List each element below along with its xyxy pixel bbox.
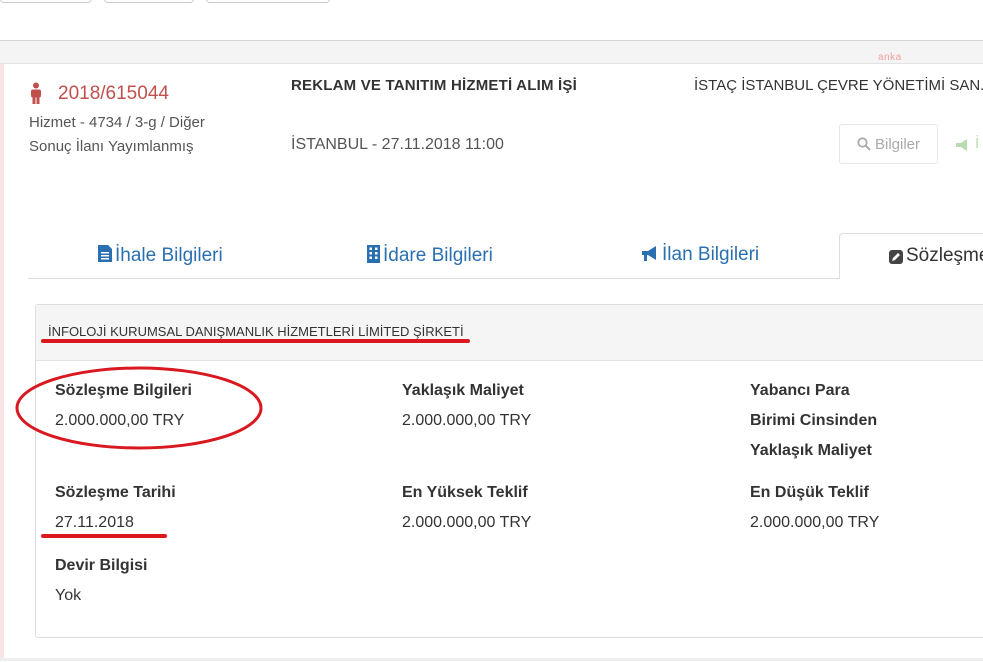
foreign-cost-label-line2: Birimi Cinsinden xyxy=(750,412,878,429)
tender-type: Hizmet - 4734 / 3-g / Diğer xyxy=(29,114,205,131)
person-icon xyxy=(31,82,41,104)
info-button-label: Bilgiler xyxy=(875,136,921,153)
building-icon xyxy=(367,245,380,263)
organization-name: İSTAÇ İSTANBUL ÇEVRE YÖNETİMİ SAN. V xyxy=(694,77,983,94)
highest-offer-value: 2.000.000,00 TRY xyxy=(402,514,532,531)
company-name: İNFOLOJİ KURUMSAL DANIŞMANLIK HİZMETLERİ… xyxy=(48,324,464,339)
megaphone-icon xyxy=(642,246,656,261)
info-button[interactable]: Bilgiler xyxy=(839,124,938,164)
tender-status: Sonuç İlanı Yayımlanmış xyxy=(29,138,194,155)
top-nav-button[interactable] xyxy=(0,0,92,3)
tender-location-date: İSTANBUL - 27.11.2018 11:00 xyxy=(291,136,504,153)
top-navigation-bar xyxy=(0,0,983,41)
foreign-cost-label-line1: Yabancı Para xyxy=(750,382,850,399)
watermark: anka xyxy=(878,52,902,63)
foreign-cost-label-line3: Yaklaşık Maliyet xyxy=(750,442,872,459)
tab-label: İhale Bilgileri xyxy=(115,245,223,266)
approx-cost-value: 2.000.000,00 TRY xyxy=(402,412,532,429)
document-icon xyxy=(98,245,112,262)
transfer-info-label: Devir Bilgisi xyxy=(55,557,148,574)
approx-cost-label: Yaklaşık Maliyet xyxy=(402,382,524,399)
tab-sozlesme[interactable]: Sözleşme xyxy=(839,233,983,279)
announcement-button[interactable]: İ xyxy=(955,135,983,155)
megaphone-icon xyxy=(956,139,967,151)
tabs-divider xyxy=(28,278,840,279)
contract-info-label: Sözleşme Bilgileri xyxy=(55,382,192,399)
tab-label: Sözleşme xyxy=(906,245,983,266)
contract-date-label: Sözleşme Tarihi xyxy=(55,484,176,501)
tab-ihale-bilgileri[interactable]: İhale Bilgileri xyxy=(97,244,223,267)
search-icon xyxy=(857,137,871,151)
tab-ilan-bilgileri[interactable]: İlan Bilgileri xyxy=(641,244,759,266)
card-left-border xyxy=(0,64,4,661)
top-nav-button[interactable] xyxy=(104,0,194,3)
lowest-offer-label: En Düşük Teklif xyxy=(750,484,869,501)
highest-offer-label: En Yüksek Teklif xyxy=(402,484,528,501)
lowest-offer-value: 2.000.000,00 TRY xyxy=(750,514,880,531)
top-nav-button[interactable] xyxy=(206,0,330,3)
announcement-button-label: İ xyxy=(975,135,980,152)
transfer-info-value: Yok xyxy=(55,587,82,604)
tab-idare-bilgileri[interactable]: İdare Bilgileri xyxy=(366,244,493,267)
tender-number[interactable]: 2018/615044 xyxy=(58,83,169,105)
page-background xyxy=(0,41,983,63)
edit-icon xyxy=(889,250,903,264)
tab-label: İdare Bilgileri xyxy=(383,245,493,266)
tender-title: REKLAM VE TANITIM HİZMETİ ALIM İŞİ xyxy=(291,77,577,94)
contract-info-value: 2.000.000,00 TRY xyxy=(55,412,185,429)
tab-label: İlan Bilgileri xyxy=(662,244,760,265)
contract-date-value: 27.11.2018 xyxy=(55,514,134,531)
